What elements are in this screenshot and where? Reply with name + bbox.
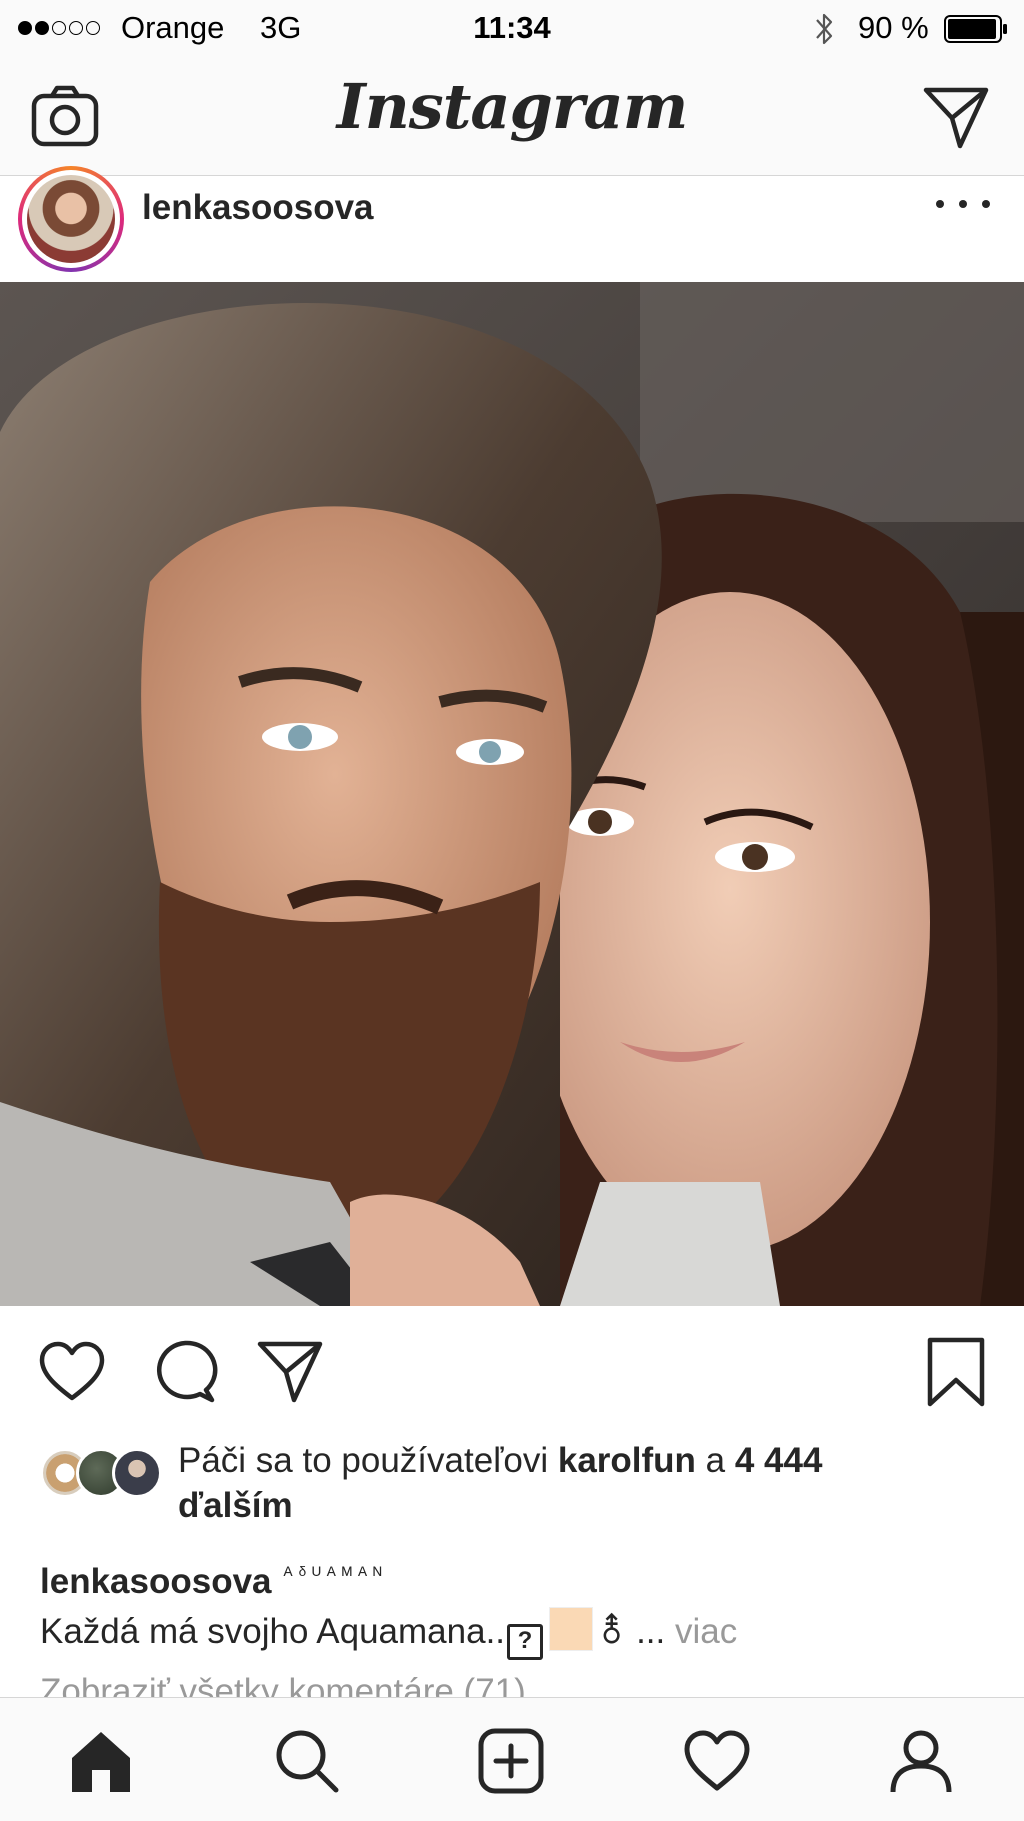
post-actions (0, 1306, 1024, 1436)
activity-icon[interactable] (682, 1726, 752, 1796)
bluetooth-icon (816, 13, 833, 45)
battery-icon (944, 15, 1007, 43)
likes-text[interactable]: Páči sa to používateľovi karolfun a 4 44… (178, 1438, 990, 1528)
search-icon[interactable] (272, 1726, 342, 1796)
post-photo[interactable] (0, 282, 1024, 1306)
post-username[interactable]: lenkasoosova (142, 188, 374, 228)
add-post-icon[interactable] (476, 1726, 546, 1796)
bookmark-icon[interactable] (920, 1336, 992, 1408)
caption-tag: ᴬᵟᵁᴬᴹᴬᴺ (283, 1564, 388, 1586)
likes-prefix: Páči sa to používateľovi (178, 1441, 558, 1480)
bottom-tab-bar (0, 1697, 1024, 1821)
profile-icon[interactable] (886, 1726, 956, 1796)
photo-illustration (0, 282, 1024, 1306)
instagram-logo: Instagram (336, 70, 689, 143)
caption-more-link[interactable]: viac (675, 1612, 737, 1651)
status-bar: Orange 3G 11:34 90 % (0, 0, 1024, 58)
battery-percent: 90 % (858, 10, 929, 45)
app-header: Instagram (0, 58, 1024, 176)
caption-username[interactable]: lenkasoosova (40, 1562, 272, 1601)
liked-by-avatars[interactable] (40, 1448, 170, 1498)
post-header: lenkasoosova (0, 166, 1024, 282)
home-icon[interactable] (66, 1726, 136, 1796)
liked-by-user[interactable]: karolfun (558, 1441, 696, 1480)
comment-icon[interactable] (146, 1336, 218, 1408)
likes-summary: Páči sa to používateľovi karolfun a 4 44… (40, 1438, 990, 1528)
emoji-swatch (549, 1607, 594, 1651)
likes-count[interactable]: 4 444 (735, 1441, 823, 1480)
likes-and: a (695, 1441, 735, 1480)
share-icon[interactable] (254, 1336, 326, 1408)
caption-text: Každá má svojho Aquamana.. (40, 1612, 506, 1651)
direct-message-icon[interactable] (920, 82, 992, 154)
likes-others[interactable]: ďalším (178, 1486, 293, 1525)
like-icon[interactable] (36, 1336, 108, 1408)
post-caption: lenkasoosova ᴬᵟᵁᴬᴹᴬᴺ Každá má svojho Aqua… (40, 1552, 990, 1660)
unknown-glyph-icon: ? (507, 1624, 544, 1660)
more-options-icon[interactable] (936, 190, 990, 218)
caption-trailing: ⚨ ... (597, 1612, 666, 1651)
caption-text-line: Každá má svojho Aquamana..? ⚨ ... viac (40, 1607, 990, 1660)
avatar[interactable] (18, 166, 124, 272)
